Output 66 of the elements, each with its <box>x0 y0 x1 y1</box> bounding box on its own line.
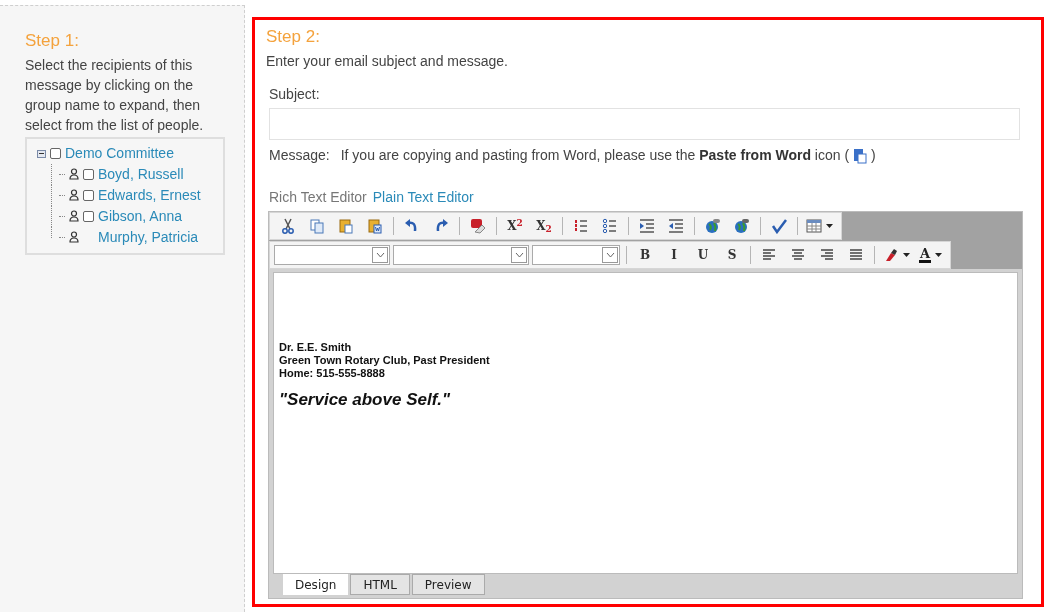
step-title: Step 1: <box>25 30 80 52</box>
caret-icon[interactable] <box>935 253 943 257</box>
align-right-icon[interactable] <box>820 249 834 261</box>
scissors-icon[interactable] <box>280 218 296 234</box>
editor-tab[interactable]: Design <box>283 574 349 595</box>
step-title: Step 2: <box>266 26 321 48</box>
chevron-down-icon <box>605 252 615 258</box>
justify-icon[interactable] <box>849 249 863 261</box>
indent-icon[interactable] <box>639 218 655 234</box>
format-button[interactable]: U <box>689 246 717 264</box>
format-button[interactable]: X$_{2}$ <box>530 217 558 235</box>
checkbox[interactable] <box>83 168 94 180</box>
collapse-toggle[interactable] <box>37 149 46 158</box>
paste-hint: If you are copying and pasting from Word, please use the Paste from Word icon ( <box>340 146 850 165</box>
person-icon <box>69 231 79 243</box>
globe-unlink-icon[interactable] <box>734 218 750 234</box>
format-button[interactable]: X$^{2}$ <box>501 217 529 235</box>
person-icon <box>69 189 79 201</box>
step-instructions: Select the recipients of this message by clicking on the group name to expand, then select from the list of people. <box>25 55 205 135</box>
editor-mode-link[interactable]: Plain Text Editor <box>372 187 474 208</box>
person-icon <box>69 210 79 222</box>
chevron-down-icon <box>375 252 385 258</box>
globe-link-icon[interactable] <box>705 218 721 234</box>
format-select[interactable] <box>532 245 620 265</box>
eraser-icon[interactable] <box>470 218 486 234</box>
person-link[interactable]: Edwards, Ernest <box>98 184 201 206</box>
format-select[interactable] <box>274 245 390 265</box>
outdent-icon[interactable] <box>668 218 684 234</box>
person-link[interactable]: Boyd, Russell <box>98 163 184 185</box>
subject-field[interactable] <box>269 108 1020 140</box>
align-left-icon[interactable] <box>762 249 776 261</box>
person-link[interactable]: Murphy, Patricia <box>98 226 199 248</box>
copy-icon[interactable] <box>309 218 325 234</box>
paste-hint-end: ) <box>871 146 876 165</box>
field-label: Message: <box>269 146 330 165</box>
spellcheck-icon[interactable] <box>771 218 787 234</box>
clipboard-icon[interactable] <box>338 218 354 234</box>
format-button[interactable]: B <box>631 246 659 264</box>
group-link[interactable]: Demo Committee <box>65 143 174 164</box>
bullet-list-icon[interactable] <box>602 218 618 234</box>
caret-icon[interactable] <box>826 224 833 228</box>
align-center-icon[interactable] <box>791 249 805 261</box>
checkbox[interactable] <box>83 210 94 222</box>
motto-text: "Service above Self." <box>279 389 452 411</box>
checkbox[interactable] <box>83 189 94 201</box>
signature-line: Home: 515-555-8888 <box>279 367 386 380</box>
caret-icon[interactable] <box>903 253 910 257</box>
paste-word-icon <box>853 147 868 164</box>
signature-line: Green Town Rotary Club, Past President <box>279 354 491 367</box>
checkbox[interactable] <box>50 148 61 159</box>
paste-word-icon[interactable] <box>367 218 383 234</box>
person-link[interactable]: Gibson, Anna <box>98 205 183 227</box>
editor-mode-link[interactable]: Rich Text Editor <box>269 187 367 208</box>
editor-tab[interactable]: HTML <box>350 574 410 595</box>
step-instructions: Enter your email subject and message. <box>266 52 509 71</box>
highlighter-icon[interactable] <box>883 248 899 262</box>
person-icon <box>69 168 79 180</box>
signature-line: Dr. E.E. Smith <box>279 341 353 354</box>
chevron-down-icon <box>514 252 524 258</box>
format-select[interactable] <box>393 245 529 265</box>
format-button[interactable]: I <box>660 246 688 264</box>
field-label: Subject: <box>269 85 321 104</box>
format-button[interactable]: S <box>718 246 746 264</box>
numbered-list-icon[interactable] <box>573 218 589 234</box>
editor-tab[interactable]: Preview <box>411 574 485 595</box>
font-color-button[interactable]: A <box>919 247 932 263</box>
